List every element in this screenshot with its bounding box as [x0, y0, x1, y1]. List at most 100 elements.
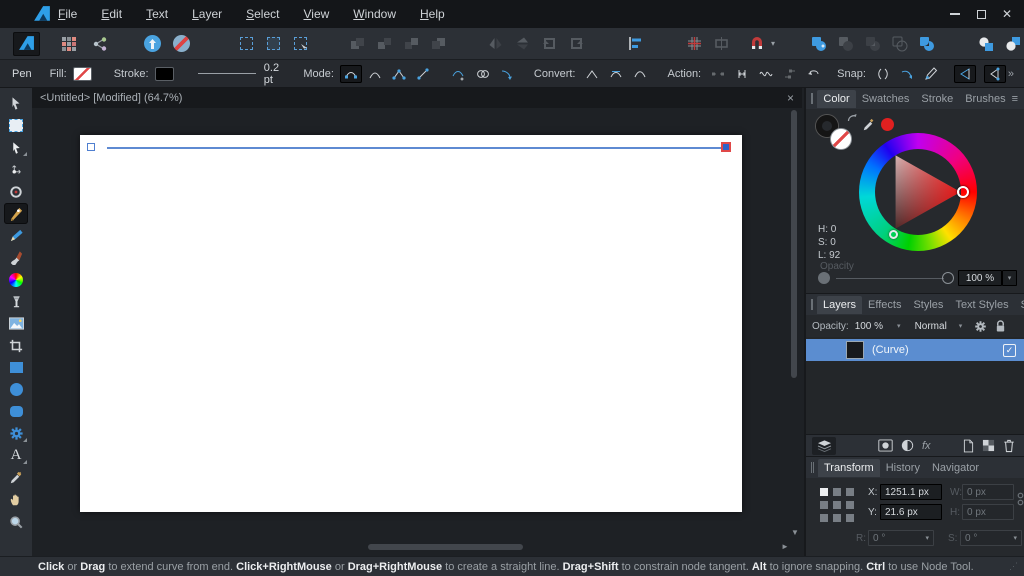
w-input[interactable]: 0 px [962, 484, 1014, 500]
mode-smart-button[interactable] [364, 65, 386, 83]
menu-text[interactable]: Text [134, 7, 180, 21]
rotate-left-button[interactable] [536, 32, 563, 56]
link-curves-button[interactable] [472, 65, 494, 83]
lock-icon[interactable] [995, 319, 1006, 333]
color-picker-tool[interactable] [4, 467, 28, 488]
snap-off-curve-button[interactable] [896, 65, 918, 83]
place-image-tool[interactable] [4, 313, 28, 334]
menu-file[interactable]: File [46, 7, 89, 21]
x-input[interactable]: 1251.1 px [880, 484, 942, 500]
h-input[interactable]: 0 px [962, 504, 1014, 520]
text-tool[interactable]: A [4, 445, 28, 466]
pixel-persona-button[interactable] [55, 32, 82, 56]
hsl-color-wheel[interactable] [859, 133, 977, 251]
view-tool[interactable] [4, 489, 28, 510]
tab-styles[interactable]: Styles [907, 296, 949, 314]
insert-mode-button-1[interactable] [972, 32, 999, 56]
menu-help[interactable]: Help [408, 7, 457, 21]
new-pixel-layer-button[interactable] [982, 439, 995, 452]
flip-horizontal-button[interactable] [482, 32, 509, 56]
blend-mode-caret-icon[interactable]: ▾ [959, 322, 963, 330]
tab-brushes[interactable]: Brushes [959, 90, 1011, 108]
action-smooth-button[interactable] [755, 65, 777, 83]
opacity-caret-icon[interactable]: ▾ [897, 322, 901, 330]
context-overflow-chevron[interactable]: » [1008, 68, 1014, 80]
boolean-divide-button[interactable] [886, 32, 913, 56]
fill-swatch[interactable] [72, 66, 92, 81]
point-transform-tool[interactable] [4, 159, 28, 180]
sculpt-mode-button[interactable] [496, 65, 518, 83]
menu-view[interactable]: View [291, 7, 341, 21]
mode-pen-button[interactable] [339, 64, 362, 83]
triangle-selector-ring[interactable] [889, 230, 898, 239]
add-new-curve-button[interactable] [448, 65, 470, 83]
corner-tool[interactable] [4, 181, 28, 202]
order-to-back-button[interactable] [425, 32, 452, 56]
action-close-button[interactable] [731, 65, 753, 83]
resize-grip-icon[interactable]: ⋰ [1009, 561, 1018, 572]
snap-nodes-button[interactable] [872, 65, 894, 83]
opacity-input[interactable]: 100 % [958, 270, 1002, 286]
panel-grip-icon[interactable] [811, 93, 814, 104]
delete-layer-button[interactable] [1003, 439, 1015, 453]
marquee-button-2[interactable] [260, 32, 287, 56]
boolean-combine-button[interactable] [913, 32, 940, 56]
artboard-tool[interactable] [4, 115, 28, 136]
stroke-width-slider[interactable] [197, 73, 256, 74]
opacity-slider-track[interactable] [836, 278, 944, 279]
swap-colors-icon[interactable] [847, 113, 858, 124]
rounded-rectangle-tool[interactable] [4, 401, 28, 422]
layer-settings-gear-icon[interactable] [974, 320, 987, 333]
blend-mode-value[interactable]: Normal [915, 321, 947, 332]
snap-while-dragging-button[interactable] [920, 65, 942, 83]
flip-vertical-button[interactable] [509, 32, 536, 56]
menu-edit[interactable]: Edit [89, 7, 134, 21]
insert-mode-button-2[interactable] [999, 32, 1024, 56]
alignment-button[interactable] [622, 32, 649, 56]
pen-curve-segment[interactable] [107, 147, 729, 149]
tab-navigator[interactable]: Navigator [926, 459, 985, 477]
action-break-button[interactable] [707, 65, 729, 83]
layer-visibility-checkbox[interactable]: ✓ [1003, 343, 1016, 357]
horizontal-scrollbar[interactable] [368, 544, 523, 550]
adjustment-layer-button[interactable] [901, 439, 914, 452]
tab-stock[interactable]: Stock [1015, 296, 1024, 314]
panel-grip-icon[interactable] [811, 462, 814, 473]
tab-layers[interactable]: Layers [817, 295, 863, 314]
new-layer-button[interactable] [963, 439, 974, 453]
anchor-point-selector[interactable] [820, 488, 854, 522]
s-dropdown[interactable]: 0 ° ▾ [960, 530, 1022, 546]
snap-align-handles-button[interactable] [953, 64, 976, 83]
export-persona-button[interactable] [86, 32, 113, 56]
shape-tool[interactable] [4, 423, 28, 444]
rectangle-tool[interactable] [4, 357, 28, 378]
order-to-front-button[interactable] [344, 32, 371, 56]
ellipse-tool[interactable] [4, 379, 28, 400]
fill-color-well[interactable] [830, 128, 852, 150]
order-forward-button[interactable] [371, 32, 398, 56]
layer-thumbnail[interactable] [846, 341, 864, 359]
stroke-swatch[interactable] [154, 66, 174, 81]
opacity-dropdown-caret[interactable]: ▾ [1002, 270, 1017, 286]
tab-text-styles[interactable]: Text Styles [949, 296, 1014, 314]
vertical-scrollbar[interactable] [791, 110, 797, 378]
tab-history[interactable]: History [880, 459, 926, 477]
vector-brush-tool[interactable] [4, 247, 28, 268]
tab-color[interactable]: Color [817, 89, 856, 108]
menu-select[interactable]: Select [234, 7, 291, 21]
scroll-down-arrow-icon[interactable]: ▼ [791, 529, 799, 537]
fx-button[interactable]: fx [922, 440, 931, 452]
action-join-button[interactable] [779, 65, 801, 83]
scroll-right-arrow-icon[interactable]: ► [781, 543, 789, 551]
tab-stroke[interactable]: Stroke [915, 90, 959, 108]
boolean-subtract-button[interactable] [832, 32, 859, 56]
panel-menu-icon[interactable]: ≡ [1012, 93, 1018, 105]
boolean-intersect-button[interactable] [859, 32, 886, 56]
curve-end-node-selected[interactable] [721, 142, 731, 152]
rotate-right-button[interactable] [563, 32, 590, 56]
y-input[interactable]: 21.6 px [880, 504, 942, 520]
zoom-tool[interactable] [4, 511, 28, 532]
rosette-arrow-button[interactable] [139, 32, 166, 56]
menu-layer[interactable]: Layer [180, 7, 234, 21]
snapping-caret-icon[interactable]: ▾ [771, 39, 775, 48]
